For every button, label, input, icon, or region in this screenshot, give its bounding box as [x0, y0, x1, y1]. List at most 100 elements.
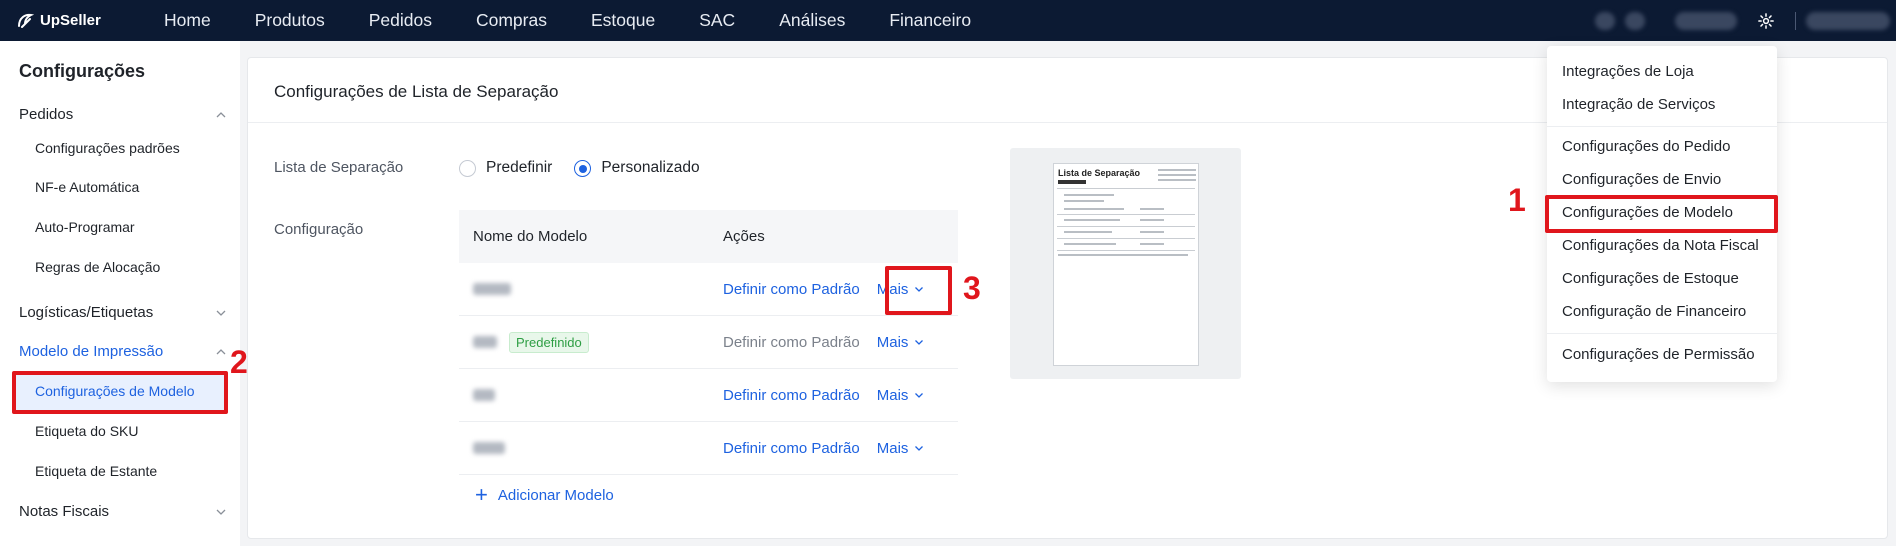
- model-name-cell: Predefinido: [459, 331, 723, 353]
- sidebar-item-configuracoes-padroes[interactable]: Configurações padrões: [35, 140, 180, 156]
- sidebar-group-label: Logísticas/Etiquetas: [19, 304, 154, 321]
- add-model-label: Adicionar Modelo: [497, 486, 614, 504]
- more-dropdown[interactable]: Mais: [877, 440, 925, 457]
- nav-analises[interactable]: Análises: [757, 0, 867, 41]
- blurred-model-name: [473, 336, 497, 348]
- chevron-up-icon: [216, 348, 226, 354]
- main-nav: Home Produtos Pedidos Compras Estoque SA…: [142, 0, 993, 41]
- radio-label-predefinir[interactable]: Predefinir: [486, 159, 552, 177]
- step-number-2: 2: [230, 344, 248, 380]
- preview-text: [1064, 194, 1114, 196]
- more-label: Mais: [876, 386, 909, 404]
- more-dropdown[interactable]: Mais: [877, 281, 925, 298]
- blurred-user-chip[interactable]: [1675, 11, 1737, 30]
- header-actions: Ações: [723, 228, 765, 245]
- nav-produtos[interactable]: Produtos: [233, 0, 347, 41]
- nav-sac[interactable]: SAC: [677, 0, 757, 41]
- menu-item-configuracoes-da-nota-fiscal[interactable]: Configurações da Nota Fiscal: [1562, 237, 1759, 254]
- blurred-icon[interactable]: [1625, 11, 1645, 30]
- nav-pedidos[interactable]: Pedidos: [347, 0, 454, 41]
- nav-financeiro[interactable]: Financeiro: [867, 0, 993, 41]
- more-dropdown[interactable]: Mais: [877, 334, 925, 351]
- preview-line: [1057, 214, 1195, 215]
- sidebar-group-pedidos[interactable]: Pedidos: [19, 106, 227, 123]
- sidebar-item-configuracoes-de-modelo[interactable]: Configurações de Modelo: [14, 371, 226, 411]
- top-navigation-bar: UpSeller Home Produtos Pedidos Compras E…: [0, 0, 1896, 41]
- menu-item-integracao-de-servicos[interactable]: Integração de Serviços: [1562, 96, 1715, 113]
- app-logo[interactable]: UpSeller: [16, 12, 142, 30]
- actions-cell: Definir como Padrão Mais: [723, 440, 924, 457]
- set-default-link[interactable]: Definir como Padrão: [723, 440, 860, 457]
- preview-text: [1140, 231, 1164, 233]
- sidebar-item-etiqueta-de-estante[interactable]: Etiqueta de Estante: [35, 463, 157, 479]
- menu-item-configuracoes-de-permissao[interactable]: Configurações de Permissão: [1562, 346, 1755, 363]
- preview-line: [1057, 226, 1195, 227]
- menu-item-configuracoes-de-estoque[interactable]: Configurações de Estoque: [1562, 270, 1739, 287]
- app-name: UpSeller: [40, 12, 101, 29]
- preview-text: [1158, 179, 1196, 181]
- picklist-radio-group: Predefinir Personalizado: [459, 159, 722, 177]
- more-label: Mais: [876, 280, 909, 298]
- radio-label-personalizado[interactable]: Personalizado: [601, 159, 699, 177]
- preview-text: [1064, 231, 1112, 233]
- sidebar-item-regras-de-alocacao[interactable]: Regras de Alocação: [35, 259, 160, 275]
- model-name-cell: [459, 283, 723, 295]
- sidebar-item-nfe-automatica[interactable]: NF-e Automática: [35, 179, 139, 195]
- menu-item-configuracoes-do-pedido[interactable]: Configurações do Pedido: [1562, 138, 1730, 155]
- step-number-1: 1: [1508, 182, 1526, 218]
- radio-personalizado[interactable]: [574, 159, 592, 177]
- preview-line: [1057, 250, 1195, 251]
- preview-text: [1140, 243, 1164, 245]
- preview-paper: Lista de Separação: [1053, 163, 1199, 366]
- menu-item-configuracao-de-financeiro[interactable]: Configuração de Financeiro: [1562, 303, 1746, 320]
- set-default-link-disabled: Definir como Padrão: [723, 333, 860, 351]
- table-row: Definir como Padrão Mais: [459, 369, 958, 422]
- preview-text: [1158, 169, 1196, 171]
- blurred-model-name: [473, 283, 511, 295]
- table-row: Definir como Padrão Mais: [459, 422, 958, 475]
- gear-icon[interactable]: [1755, 10, 1777, 32]
- sidebar-item-auto-programar[interactable]: Auto-Programar: [35, 219, 135, 235]
- blurred-account-chip[interactable]: [1806, 11, 1890, 30]
- plus-icon: +: [475, 482, 488, 507]
- settings-dropdown-menu: Integrações de Loja Integração de Serviç…: [1547, 46, 1777, 382]
- sidebar-item-etiqueta-do-sku[interactable]: Etiqueta do SKU: [35, 423, 139, 439]
- more-dropdown[interactable]: Mais: [877, 387, 925, 404]
- sidebar-group-label: Modelo de Impressão: [19, 343, 164, 360]
- set-default-link[interactable]: Definir como Padrão: [723, 387, 860, 404]
- nav-home[interactable]: Home: [142, 0, 233, 41]
- sidebar-title: Configurações: [19, 61, 146, 81]
- sidebar-group-modelo-de-impressao[interactable]: Modelo de Impressão: [19, 343, 227, 360]
- nav-estoque[interactable]: Estoque: [569, 0, 677, 41]
- menu-item-configuracoes-de-modelo[interactable]: Configurações de Modelo: [1562, 204, 1733, 221]
- preview-text: [1058, 254, 1188, 256]
- set-default-link[interactable]: Definir como Padrão: [723, 281, 860, 298]
- preview-barcode: [1058, 180, 1086, 184]
- blurred-icon[interactable]: [1595, 11, 1615, 30]
- sidebar-group-notas-fiscais[interactable]: Notas Fiscais: [19, 503, 227, 520]
- blurred-model-name: [473, 442, 505, 454]
- menu-item-configuracoes-de-envio[interactable]: Configurações de Envio: [1562, 171, 1721, 188]
- preview-line: [1057, 238, 1195, 239]
- settings-sidebar: Configurações Pedidos Configurações padr…: [0, 41, 240, 546]
- more-label: Mais: [876, 439, 909, 457]
- chevron-up-icon: [216, 111, 226, 117]
- actions-cell: Definir como Padrão Mais: [723, 387, 924, 404]
- topbar-right-tools: [1595, 0, 1896, 41]
- model-name-cell: [459, 389, 723, 401]
- config-label: Configuração: [274, 221, 364, 238]
- add-model-button[interactable]: + Adicionar Modelo: [475, 484, 614, 506]
- blurred-model-name: [473, 389, 495, 401]
- table-row: Predefinido Definir como Padrão Mais: [459, 316, 958, 369]
- preview-text: [1140, 219, 1164, 221]
- menu-item-integracoes-de-loja[interactable]: Integrações de Loja: [1562, 63, 1694, 80]
- picklist-label: Lista de Separação: [274, 159, 404, 176]
- nav-compras[interactable]: Compras: [454, 0, 569, 41]
- table-row: Definir como Padrão Mais: [459, 263, 958, 316]
- sidebar-group-logisticas[interactable]: Logísticas/Etiquetas: [19, 304, 227, 321]
- radio-predefinir[interactable]: [459, 159, 476, 177]
- actions-cell: Definir como Padrão Mais: [723, 334, 924, 351]
- preview-text: [1064, 200, 1104, 202]
- preview-text: [1140, 208, 1164, 210]
- chevron-down-icon: [915, 393, 924, 398]
